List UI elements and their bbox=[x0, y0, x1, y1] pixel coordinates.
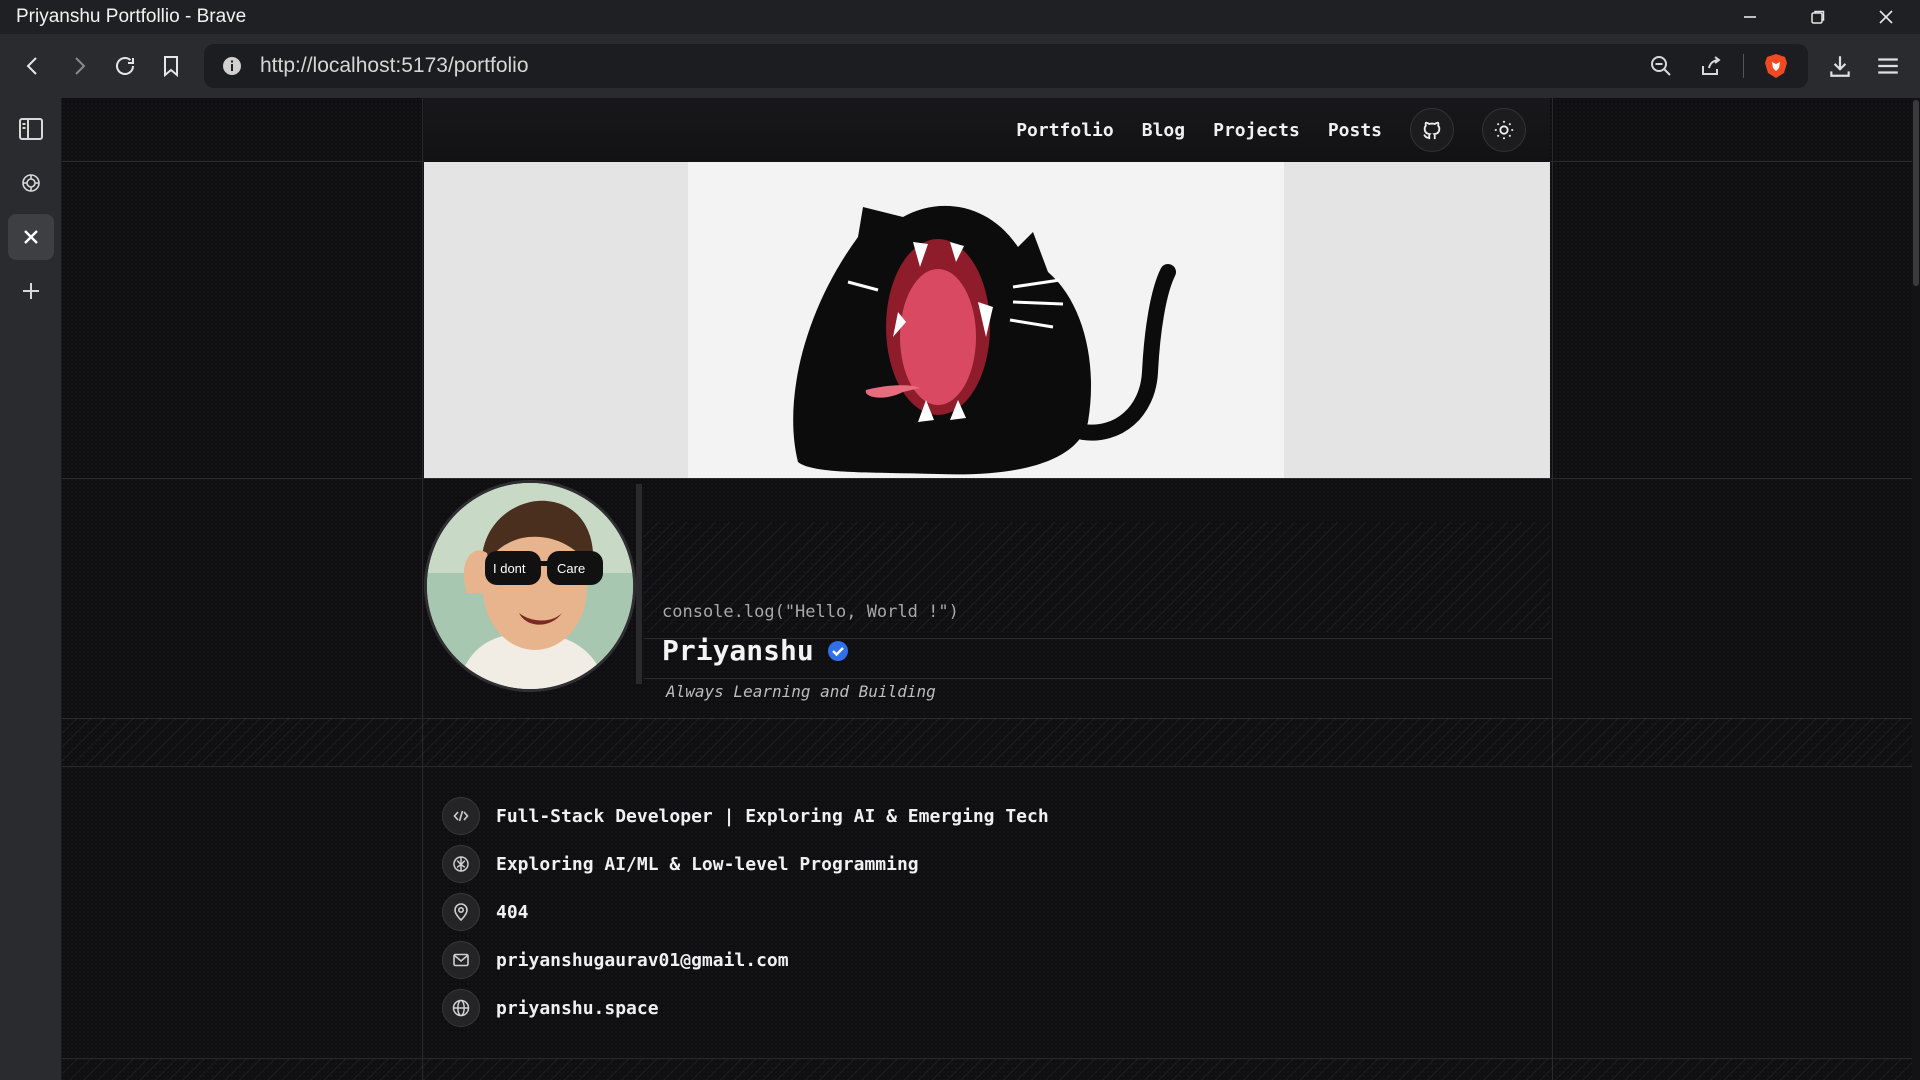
section-divider-strip bbox=[62, 718, 1920, 766]
address-bar[interactable]: http://localhost:5173/portfolio bbox=[204, 44, 1808, 88]
download-icon[interactable] bbox=[1820, 44, 1860, 88]
close-window-button[interactable] bbox=[1852, 0, 1920, 34]
restore-button[interactable] bbox=[1784, 0, 1852, 34]
code-icon bbox=[442, 797, 480, 835]
zoom-out-icon[interactable] bbox=[1643, 48, 1679, 84]
github-button[interactable] bbox=[1410, 108, 1454, 152]
grid-line bbox=[62, 478, 1920, 479]
avatar-container: I dont Care bbox=[424, 480, 638, 694]
window-title: Priyanshu Portfollio - Brave bbox=[16, 6, 247, 27]
section-divider-strip bbox=[62, 1059, 1920, 1080]
email-link[interactable]: priyanshugaurav01@gmail.com bbox=[496, 950, 789, 971]
mail-icon bbox=[442, 941, 480, 979]
list-item: Exploring AI/ML & Low-level Programming bbox=[442, 840, 1049, 888]
divider bbox=[1743, 54, 1744, 78]
glasses-text-right: Care bbox=[557, 561, 585, 576]
theme-toggle-button[interactable] bbox=[1482, 108, 1526, 152]
info-list: Full-Stack Developer | Exploring AI & Em… bbox=[442, 792, 1049, 1032]
menu-icon[interactable] bbox=[1868, 44, 1908, 88]
forward-button[interactable] bbox=[56, 43, 102, 89]
bookmark-button[interactable] bbox=[148, 43, 194, 89]
grid-line bbox=[644, 678, 1552, 679]
site-info-icon[interactable] bbox=[212, 55, 252, 77]
chatgpt-icon[interactable] bbox=[8, 160, 54, 206]
url-text[interactable]: http://localhost:5173/portfolio bbox=[260, 54, 1643, 78]
list-item[interactable]: priyanshu.space bbox=[442, 984, 1049, 1032]
add-panel-icon[interactable] bbox=[8, 268, 54, 314]
scrollbar-thumb[interactable] bbox=[1913, 100, 1919, 286]
sidebar-toggle-icon[interactable] bbox=[8, 106, 54, 152]
grid-line bbox=[422, 98, 423, 1080]
info-text: 404 bbox=[496, 901, 529, 923]
website-link[interactable]: priyanshu.space bbox=[496, 998, 659, 1019]
web-page: Portfolio Blog Projects Posts I dont Car… bbox=[62, 98, 1920, 1080]
verified-badge-icon bbox=[827, 640, 848, 661]
site-nav: Portfolio Blog Projects Posts bbox=[424, 98, 1550, 162]
map-pin-icon bbox=[442, 893, 480, 931]
x-twitter-icon[interactable] bbox=[7, 214, 54, 260]
nav-link-posts[interactable]: Posts bbox=[1328, 120, 1382, 141]
info-text: Exploring AI/ML & Low-level Programming bbox=[496, 853, 919, 875]
globe-icon bbox=[442, 989, 480, 1027]
share-icon[interactable] bbox=[1693, 48, 1729, 84]
window-titlebar: Priyanshu Portfollio - Brave bbox=[0, 0, 1920, 34]
glasses-text-left: I dont bbox=[493, 561, 526, 576]
list-item[interactable]: priyanshugaurav01@gmail.com bbox=[442, 936, 1049, 984]
forward-icon bbox=[75, 57, 86, 75]
profile-name: Priyanshu bbox=[662, 634, 850, 667]
grid-line bbox=[1552, 98, 1553, 1080]
brave-shield-icon[interactable] bbox=[1758, 48, 1794, 84]
back-button[interactable] bbox=[10, 43, 56, 89]
info-text: Full-Stack Developer | Exploring AI & Em… bbox=[496, 805, 1049, 827]
back-icon bbox=[26, 57, 37, 75]
bookmark-icon bbox=[164, 56, 178, 78]
avatar-divider bbox=[636, 484, 642, 684]
minimize-button[interactable] bbox=[1716, 0, 1784, 34]
nav-link-projects[interactable]: Projects bbox=[1213, 120, 1300, 141]
reload-icon bbox=[116, 57, 134, 75]
console-line: console.log("Hello, World !") bbox=[662, 602, 959, 622]
github-icon bbox=[1423, 121, 1441, 140]
browser-sidebar bbox=[0, 98, 62, 1080]
cover-banner bbox=[424, 162, 1550, 478]
profile-tagline: Always Learning and Building bbox=[666, 682, 936, 701]
avatar[interactable]: I dont Care bbox=[424, 480, 636, 692]
sun-icon bbox=[1494, 120, 1514, 140]
nav-link-portfolio[interactable]: Portfolio bbox=[1016, 120, 1114, 141]
list-item: Full-Stack Developer | Exploring AI & Em… bbox=[442, 792, 1049, 840]
list-item: 404 bbox=[442, 888, 1049, 936]
grid-line bbox=[62, 766, 1920, 767]
nav-link-blog[interactable]: Blog bbox=[1142, 120, 1185, 141]
browser-toolbar: http://localhost:5173/portfolio bbox=[0, 34, 1920, 98]
profile-name-text: Priyanshu bbox=[662, 634, 814, 667]
brain-icon bbox=[442, 845, 480, 883]
reload-button[interactable] bbox=[102, 43, 148, 89]
banner-image bbox=[688, 162, 1284, 478]
screaming-cat-illustration bbox=[793, 205, 1176, 475]
scrollbar[interactable] bbox=[1912, 98, 1920, 1080]
